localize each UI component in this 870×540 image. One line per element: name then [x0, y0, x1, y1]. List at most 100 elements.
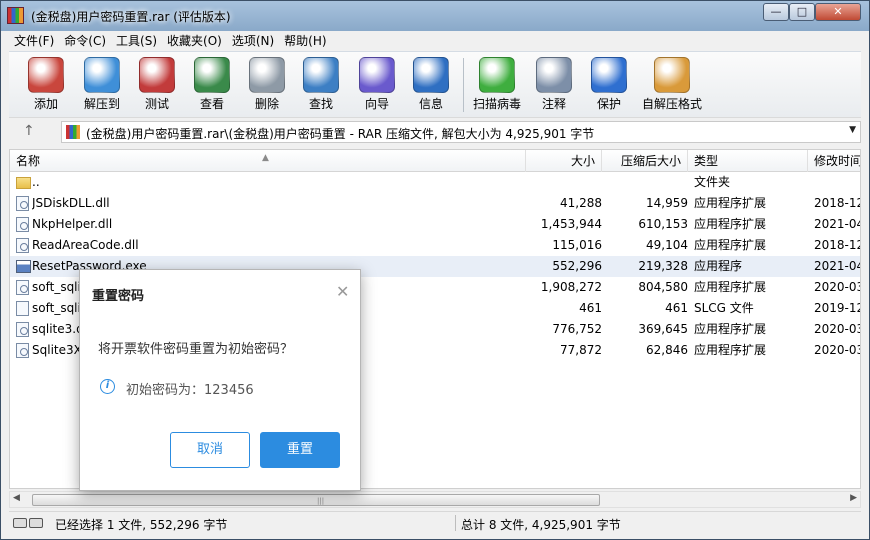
- maximize-button[interactable]: □: [789, 3, 815, 21]
- toolbar-protect-label: 保护: [596, 97, 621, 111]
- minimize-button[interactable]: —: [763, 3, 789, 21]
- file-modified: 2020-03: [814, 343, 861, 357]
- scroll-thumb[interactable]: |||: [32, 494, 600, 506]
- dialog-close-icon[interactable]: ✕: [336, 284, 349, 300]
- file-type: 应用程序: [694, 259, 743, 273]
- info-circle-icon: i: [100, 379, 115, 394]
- toolbar-sfx-label: 自解压格式: [641, 97, 702, 111]
- toolbar-comment-label: 注释: [541, 97, 566, 111]
- file-type: 应用程序扩展: [694, 196, 767, 210]
- path-combobox[interactable]: (金税盘)用户密码重置.rar\(金税盘)用户密码重置 - RAR 压缩文件, …: [61, 121, 861, 143]
- toolbar-view-label: 查看: [199, 97, 224, 111]
- file-size: 41,288: [560, 196, 602, 210]
- toolbar-view-button[interactable]: 查看: [185, 55, 239, 115]
- reset-password-dialog: 重置密码 ✕ 将开票软件密码重置为初始密码？ i 初始密码为：123456 取消…: [79, 269, 361, 491]
- file-packed-size: [602, 172, 688, 193]
- toolbar-find-label: 查找: [308, 97, 333, 111]
- file-size: 77,872: [560, 343, 602, 357]
- status-total: 总计 8 文件, 4,925,901 字节: [461, 518, 621, 532]
- file-name: ReadAreaCode.dll: [32, 238, 139, 252]
- scroll-right-icon[interactable]: ▶: [850, 493, 857, 503]
- file-type: 文件夹: [694, 175, 731, 189]
- file-row[interactable]: .. 文件夹: [10, 172, 860, 193]
- menu-tools[interactable]: 工具(S): [111, 31, 162, 51]
- menu-favorites[interactable]: 收藏夹(O): [162, 31, 227, 51]
- file-size: 776,752: [552, 322, 602, 336]
- file-size: [526, 172, 602, 193]
- view-book-icon: [194, 57, 230, 93]
- file-packed-size: 461: [665, 301, 688, 315]
- file-type: 应用程序扩展: [694, 322, 767, 336]
- dll-file-icon: [16, 343, 29, 358]
- menu-file[interactable]: 文件(F): [9, 31, 59, 51]
- horizontal-scrollbar[interactable]: ◀ ||| ▶: [9, 491, 861, 508]
- file-modified: 2020-03: [814, 322, 861, 336]
- dll-file-icon: [16, 238, 29, 253]
- toolbar-comment-button[interactable]: 注释: [529, 55, 579, 115]
- file-modified: 2018-12: [814, 196, 861, 210]
- comment-icon: [536, 57, 572, 93]
- file-packed-size: 219,328: [638, 259, 688, 273]
- file-packed-size: 369,645: [638, 322, 688, 336]
- reset-button[interactable]: 重置: [260, 432, 340, 468]
- toolbar: 添加 解压到 测试 查看 删除 查找 向导 信息 扫描病毒 注释 保护 自解压格…: [9, 51, 861, 117]
- close-button[interactable]: ✕: [815, 3, 861, 21]
- file-size: 1,453,944: [540, 217, 602, 231]
- file-packed-size: 62,846: [646, 343, 688, 357]
- column-size[interactable]: 大小: [526, 150, 602, 172]
- file-size: 115,016: [552, 238, 602, 252]
- up-folder-button[interactable]: ↑: [23, 123, 35, 139]
- file-modified: 2021-04: [814, 259, 861, 273]
- menu-options[interactable]: 选项(N): [227, 31, 279, 51]
- file-packed-size: 804,580: [638, 280, 688, 294]
- file-modified: 2019-12: [814, 301, 861, 315]
- toolbar-find-button[interactable]: 查找: [295, 55, 347, 115]
- file-row[interactable]: NkpHelper.dll 1,453,944 610,153 应用程序扩展 2021-…: [10, 214, 861, 235]
- info-icon: [413, 57, 449, 93]
- column-name[interactable]: 名称 ▲: [10, 150, 526, 172]
- column-packed[interactable]: 压缩后大小: [602, 150, 688, 172]
- dialog-question: 将开票软件密码重置为初始密码？: [98, 342, 294, 357]
- toolbar-sfx-button[interactable]: 自解压格式: [637, 55, 707, 115]
- initial-password-text: 初始密码为：123456: [126, 383, 254, 398]
- file-packed-size: 14,959: [646, 196, 688, 210]
- drive-icon: [13, 518, 27, 528]
- cancel-button[interactable]: 取消: [170, 432, 250, 468]
- toolbar-delete-button[interactable]: 删除: [241, 55, 293, 115]
- toolbar-virus-scan-button[interactable]: 扫描病毒: [469, 55, 525, 115]
- file-type: 应用程序扩展: [694, 217, 767, 231]
- column-modified[interactable]: 修改时间: [808, 150, 860, 172]
- find-magnifier-icon: [303, 57, 339, 93]
- file-name: NkpHelper.dll: [32, 217, 113, 231]
- toolbar-info-button[interactable]: 信息: [405, 55, 457, 115]
- toolbar-protect-button[interactable]: 保护: [583, 55, 635, 115]
- dll-file-icon: [16, 280, 29, 295]
- toolbar-add-button[interactable]: 添加: [19, 55, 73, 115]
- toolbar-wizard-button[interactable]: 向导: [351, 55, 403, 115]
- dll-file-icon: [16, 217, 29, 232]
- file-modified: [814, 172, 860, 193]
- status-bar: 已经选择 1 文件, 552,296 字节 总计 8 文件, 4,925,901…: [9, 511, 861, 533]
- delete-trash-icon: [249, 57, 285, 93]
- file-row[interactable]: ReadAreaCode.dll 115,016 49,104 应用程序扩展 2018-…: [10, 235, 860, 256]
- archive-icon: [66, 125, 80, 139]
- file-name: ..: [32, 175, 40, 189]
- dialog-title: 重置密码: [92, 289, 145, 304]
- dll-file-icon: [16, 322, 29, 337]
- file-modified: 2021-04: [814, 217, 861, 231]
- menu-commands[interactable]: 命令(C): [59, 31, 111, 51]
- address-bar: ↑ (金税盘)用户密码重置.rar\(金税盘)用户密码重置 - RAR 压缩文件…: [9, 117, 861, 147]
- file-type: 应用程序扩展: [694, 238, 767, 252]
- status-divider: [455, 515, 456, 531]
- path-dropdown-icon[interactable]: ▼: [849, 125, 856, 135]
- toolbar-extract-button[interactable]: 解压到: [75, 55, 129, 115]
- title-bar[interactable]: (金税盘)用户密码重置.rar (评估版本) — □ ✕: [1, 1, 869, 31]
- file-name: JSDiskDLL.dll: [32, 196, 110, 210]
- toolbar-test-button[interactable]: 测试: [131, 55, 183, 115]
- column-type[interactable]: 类型: [688, 150, 808, 172]
- menu-help[interactable]: 帮助(H): [279, 31, 331, 51]
- scroll-left-icon[interactable]: ◀: [13, 493, 20, 503]
- file-size: 461: [579, 301, 602, 315]
- file-row[interactable]: JSDiskDLL.dll 41,288 14,959 应用程序扩展 2018-12: [10, 193, 861, 214]
- toolbar-test-label: 测试: [144, 97, 169, 111]
